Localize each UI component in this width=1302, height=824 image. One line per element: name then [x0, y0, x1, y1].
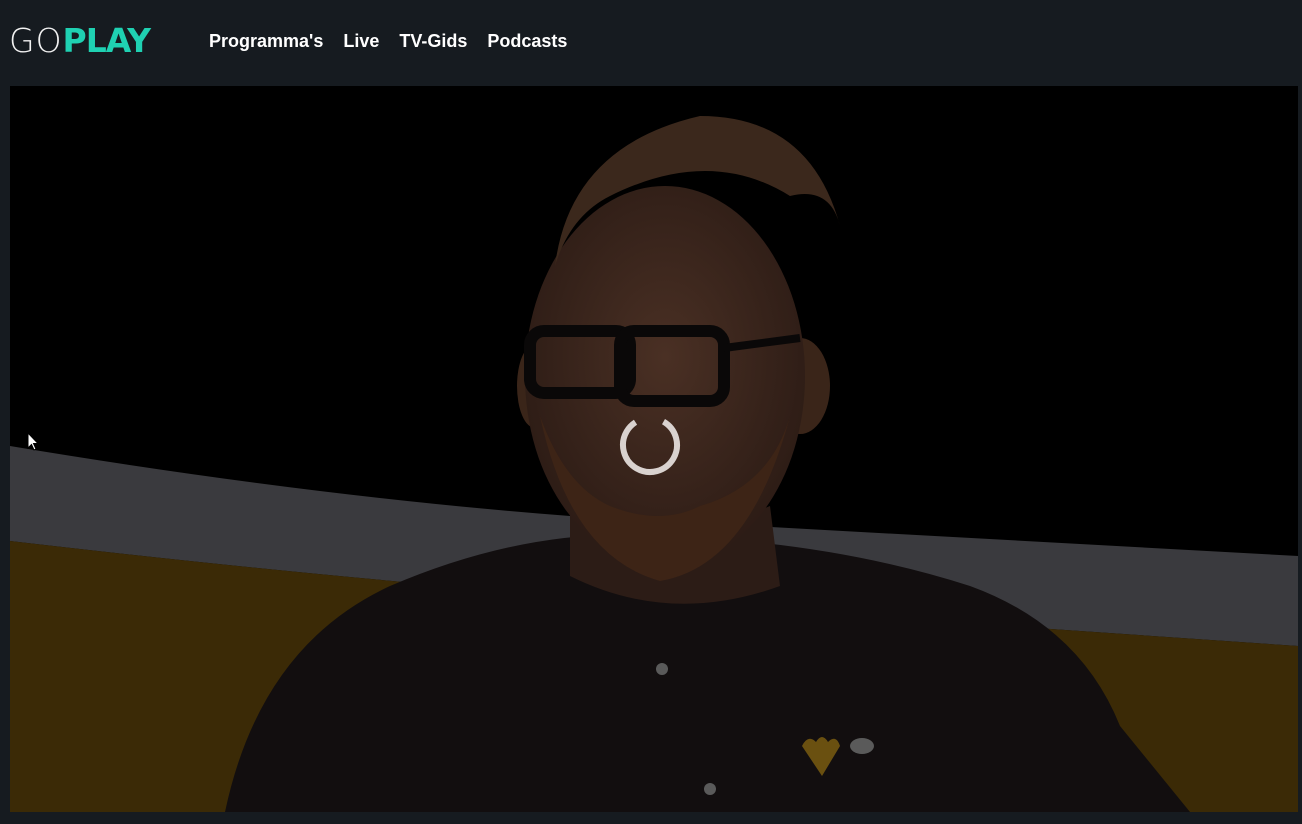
goplay-logo[interactable]: GO PLAY: [9, 20, 151, 60]
nav-item-programmas[interactable]: Programma's: [209, 30, 323, 52]
mouse-cursor-icon: [27, 432, 39, 451]
top-header: GO PLAY Programma's Live TV-Gids Podcasts: [0, 0, 1302, 84]
video-player[interactable]: [10, 86, 1298, 812]
bottom-bar: [0, 812, 1302, 824]
nav-item-live[interactable]: Live: [343, 30, 379, 52]
logo-go-text: GO: [9, 20, 63, 60]
nav-item-podcasts[interactable]: Podcasts: [487, 30, 567, 52]
loading-spinner-icon: [620, 415, 680, 475]
logo-play-text: PLAY: [62, 20, 151, 60]
main-nav: Programma's Live TV-Gids Podcasts: [209, 30, 567, 52]
nav-item-tv-gids[interactable]: TV-Gids: [399, 30, 467, 52]
